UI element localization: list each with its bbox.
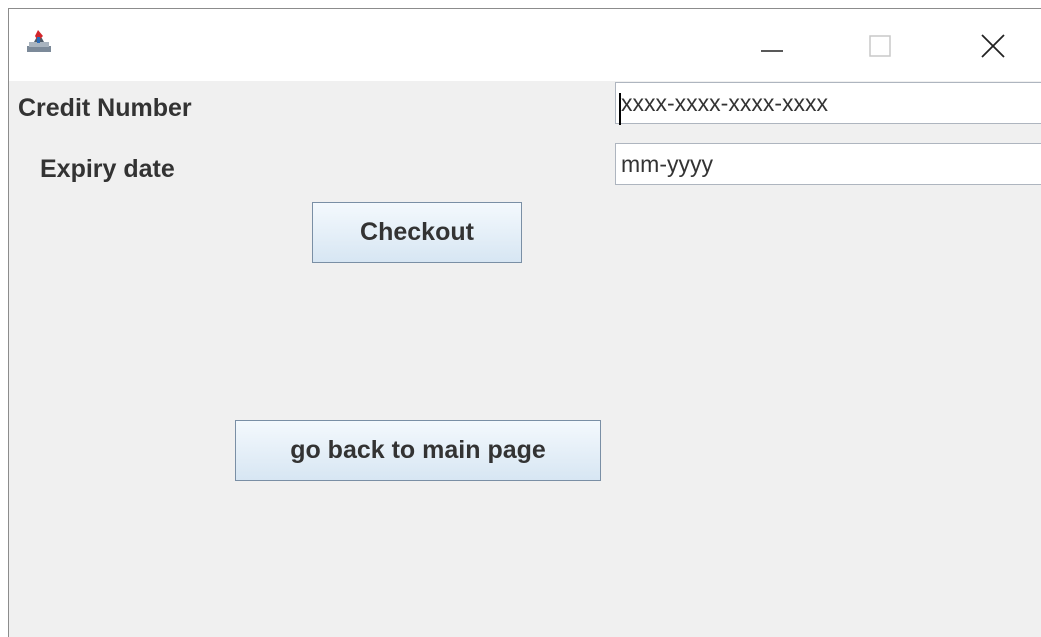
maximize-button[interactable] [857, 23, 903, 69]
minimize-icon [761, 50, 783, 52]
expiry-date-input[interactable] [615, 143, 1041, 185]
expiry-date-label: Expiry date [40, 155, 175, 183]
maximize-icon [869, 35, 891, 57]
credit-number-input[interactable] [615, 82, 1041, 124]
close-icon [981, 34, 1005, 58]
checkout-button[interactable]: Checkout [312, 202, 522, 263]
minimize-button[interactable] [749, 23, 795, 69]
credit-number-label: Credit Number [18, 94, 192, 122]
close-button[interactable] [970, 23, 1016, 69]
back-to-main-page-button[interactable]: go back to main page [235, 420, 601, 481]
text-caret [619, 93, 621, 125]
checkout-window: Credit Number Expiry date Checkout go ba… [8, 8, 1041, 637]
title-bar[interactable] [9, 9, 1041, 81]
java-app-icon [26, 28, 52, 54]
